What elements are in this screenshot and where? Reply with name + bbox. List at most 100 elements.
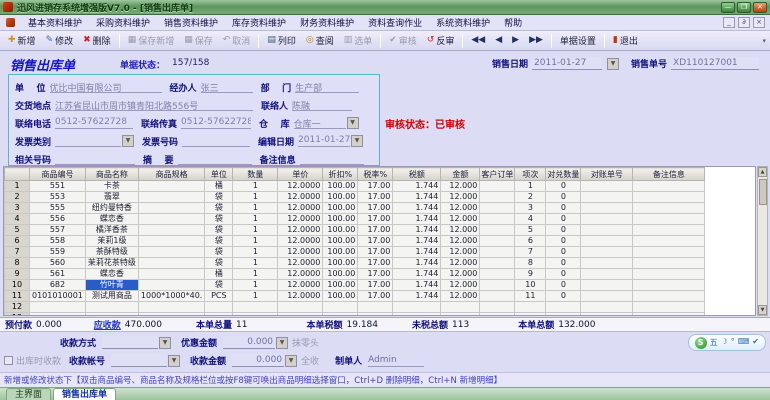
cell-r6-c15[interactable] (632, 235, 706, 247)
cell-r3-c9[interactable]: 1.744 (392, 202, 442, 214)
query-button[interactable]: ◎ 查阅 (301, 32, 339, 49)
sale-date-dropdown-icon[interactable]: ▼ (607, 57, 620, 70)
cell-r13-c4[interactable] (204, 312, 234, 315)
discount-dropdown-icon[interactable]: ▼ (276, 336, 289, 349)
col-header-7[interactable]: 折扣% (322, 167, 359, 181)
cell-r6-c3[interactable] (137, 235, 206, 247)
doc-setting-button[interactable]: 单据设置 (555, 32, 601, 49)
cell-r10-c11[interactable] (479, 279, 516, 291)
col-header-14[interactable]: 对账单号 (580, 167, 634, 181)
col-header-1[interactable]: 商品编号 (29, 167, 86, 181)
cell-r6-c13[interactable]: 0 (545, 235, 582, 247)
cell-r8-c9[interactable]: 1.744 (392, 257, 442, 269)
cell-r1-c4[interactable]: 桶 (204, 180, 234, 192)
scroll-up-icon[interactable]: ▲ (758, 167, 767, 177)
table-row[interactable]: 9 561 蝶恋香桶 1 12.0000 100.00 17.00 1.744 12.000 9 0 (4, 268, 706, 280)
ime-icon-0[interactable]: 五 (710, 337, 718, 348)
cell-r8-c15[interactable] (632, 257, 706, 269)
cell-r1-c10[interactable]: 12.000 (440, 180, 481, 192)
cell-r1-c14[interactable] (580, 180, 634, 192)
cell-r9-c7[interactable]: 100.00 (322, 268, 359, 280)
col-header-12[interactable]: 项次 (514, 167, 547, 181)
menu-item-6[interactable]: 系统资料维护 (429, 15, 497, 30)
cell-r12-c7[interactable] (322, 301, 359, 313)
cell-r6-c12[interactable]: 6 (514, 235, 547, 247)
cell-r3-c14[interactable] (580, 202, 634, 214)
cell-r9-c13[interactable]: 0 (545, 268, 582, 280)
menu-item-3[interactable]: 库存资料维护 (225, 15, 293, 30)
minimize-button[interactable]: — (721, 1, 735, 13)
cell-r11-c14[interactable] (580, 290, 634, 302)
cell-r6-c1[interactable]: 558 (29, 235, 86, 247)
cell-r6-c5[interactable]: 1 (232, 235, 279, 247)
cell-r9-c4[interactable]: 桶 (204, 268, 234, 280)
cell-r12-c5[interactable] (232, 301, 279, 313)
col-header-8[interactable]: 税率% (357, 167, 394, 181)
cell-r2-c11[interactable] (479, 191, 516, 203)
cell-r9-c10[interactable]: 12.000 (440, 268, 481, 280)
table-scrollbar[interactable]: ▲ ▼ (757, 166, 768, 316)
cell-r6-c9[interactable]: 1.744 (392, 235, 442, 247)
items-table[interactable]: 商品编号 商品名称 商品规格 单位 数量 单价 折扣% 税率% 税额 金额 客户订单 项次 对兑数量 对账… (3, 166, 756, 316)
cell-r1-c7[interactable]: 100.00 (322, 180, 359, 192)
cell-r4-c10[interactable]: 12.000 (440, 213, 481, 225)
cell-r1-c6[interactable]: 12.0000 (277, 180, 324, 192)
account-field[interactable] (111, 354, 168, 367)
table-row[interactable]: 4 556 蝶恋香袋 1 12.0000 100.00 17.00 1.744 12.000 4 0 (4, 213, 706, 225)
cell-r9-c9[interactable]: 1.744 (392, 268, 442, 280)
table-row[interactable]: 12 (4, 301, 706, 313)
ime-icon-1[interactable]: ☽ (721, 337, 728, 348)
cell-r13-c0[interactable]: 13 (4, 312, 30, 315)
cell-r4-c7[interactable]: 100.00 (322, 213, 359, 225)
table-row[interactable]: 13 (4, 312, 706, 315)
cell-r5-c11[interactable] (479, 224, 516, 236)
sale-date-field[interactable]: 2011-01-27 (532, 57, 603, 70)
mdi-restore-button[interactable]: ∂ (738, 17, 750, 28)
cell-r13-c8[interactable] (357, 312, 394, 315)
menu-item-0[interactable]: 基本资料维护 (21, 15, 89, 30)
cell-r2-c1[interactable]: 553 (29, 191, 86, 203)
cell-r11-c12[interactable]: 11 (514, 290, 547, 302)
cell-r1-c1[interactable]: 551 (29, 180, 86, 192)
table-row[interactable]: 6 558 茉莉1级袋 1 12.0000 100.00 17.00 1.744 12.000 6… (4, 235, 706, 247)
cell-r11-c1[interactable]: 0101010001 (29, 290, 86, 302)
dept-field[interactable]: 生产部 (295, 81, 360, 93)
bottom-tab-1[interactable]: 销售出库单 (53, 388, 117, 400)
cell-r8-c7[interactable]: 100.00 (322, 257, 359, 269)
cell-r1-c0[interactable]: 1 (4, 180, 30, 192)
cell-r3-c2[interactable]: 纽约曼特香 (84, 202, 139, 214)
nav-last-button[interactable]: ▶▶ (524, 32, 548, 49)
col-header-0[interactable] (4, 167, 30, 181)
cell-r9-c15[interactable] (632, 268, 706, 280)
cell-r9-c11[interactable] (479, 268, 516, 280)
pay-method-field[interactable] (102, 336, 159, 349)
cell-r5-c15[interactable] (632, 224, 706, 236)
cell-r3-c3[interactable] (137, 202, 206, 214)
edit-date-field[interactable]: 2011-01-27 (298, 135, 351, 147)
cell-r2-c4[interactable]: 袋 (204, 191, 234, 203)
cell-r13-c6[interactable] (277, 312, 324, 315)
cell-r13-c9[interactable] (392, 312, 442, 315)
cell-r2-c13[interactable]: 0 (545, 191, 582, 203)
save-new-button[interactable]: ▦ 保存新增 (123, 32, 180, 49)
table-row[interactable]: 7 559 茶酥特级袋 1 12.0000 100.00 17.00 1.744 12.000 7… (4, 246, 706, 258)
cell-r2-c15[interactable] (632, 191, 706, 203)
invoice-no-field[interactable] (182, 135, 251, 147)
cell-r7-c7[interactable]: 100.00 (322, 246, 359, 258)
cell-r6-c2[interactable]: 茉莉1级 (84, 235, 139, 247)
cell-r1-c5[interactable]: 1 (232, 180, 279, 192)
col-header-15[interactable]: 备注信息 (632, 167, 706, 181)
cell-r8-c0[interactable]: 8 (4, 257, 30, 269)
cell-r9-c12[interactable]: 9 (514, 268, 547, 280)
menu-item-4[interactable]: 财务资料维护 (293, 15, 361, 30)
cancel-button[interactable]: ↶ 取消 (218, 32, 256, 49)
cell-r7-c6[interactable]: 12.0000 (277, 246, 324, 258)
cell-r9-c0[interactable]: 9 (4, 268, 30, 280)
pick-order-button[interactable]: ▥ 选单 (339, 32, 378, 49)
close-button[interactable]: ✕ (753, 1, 767, 13)
cell-r10-c4[interactable]: 袋 (204, 279, 234, 291)
cell-r11-c3[interactable]: 1000*1000*40. (137, 290, 206, 302)
cell-r12-c11[interactable] (479, 301, 516, 313)
cell-r11-c11[interactable] (479, 290, 516, 302)
cell-r6-c10[interactable]: 12.000 (440, 235, 481, 247)
